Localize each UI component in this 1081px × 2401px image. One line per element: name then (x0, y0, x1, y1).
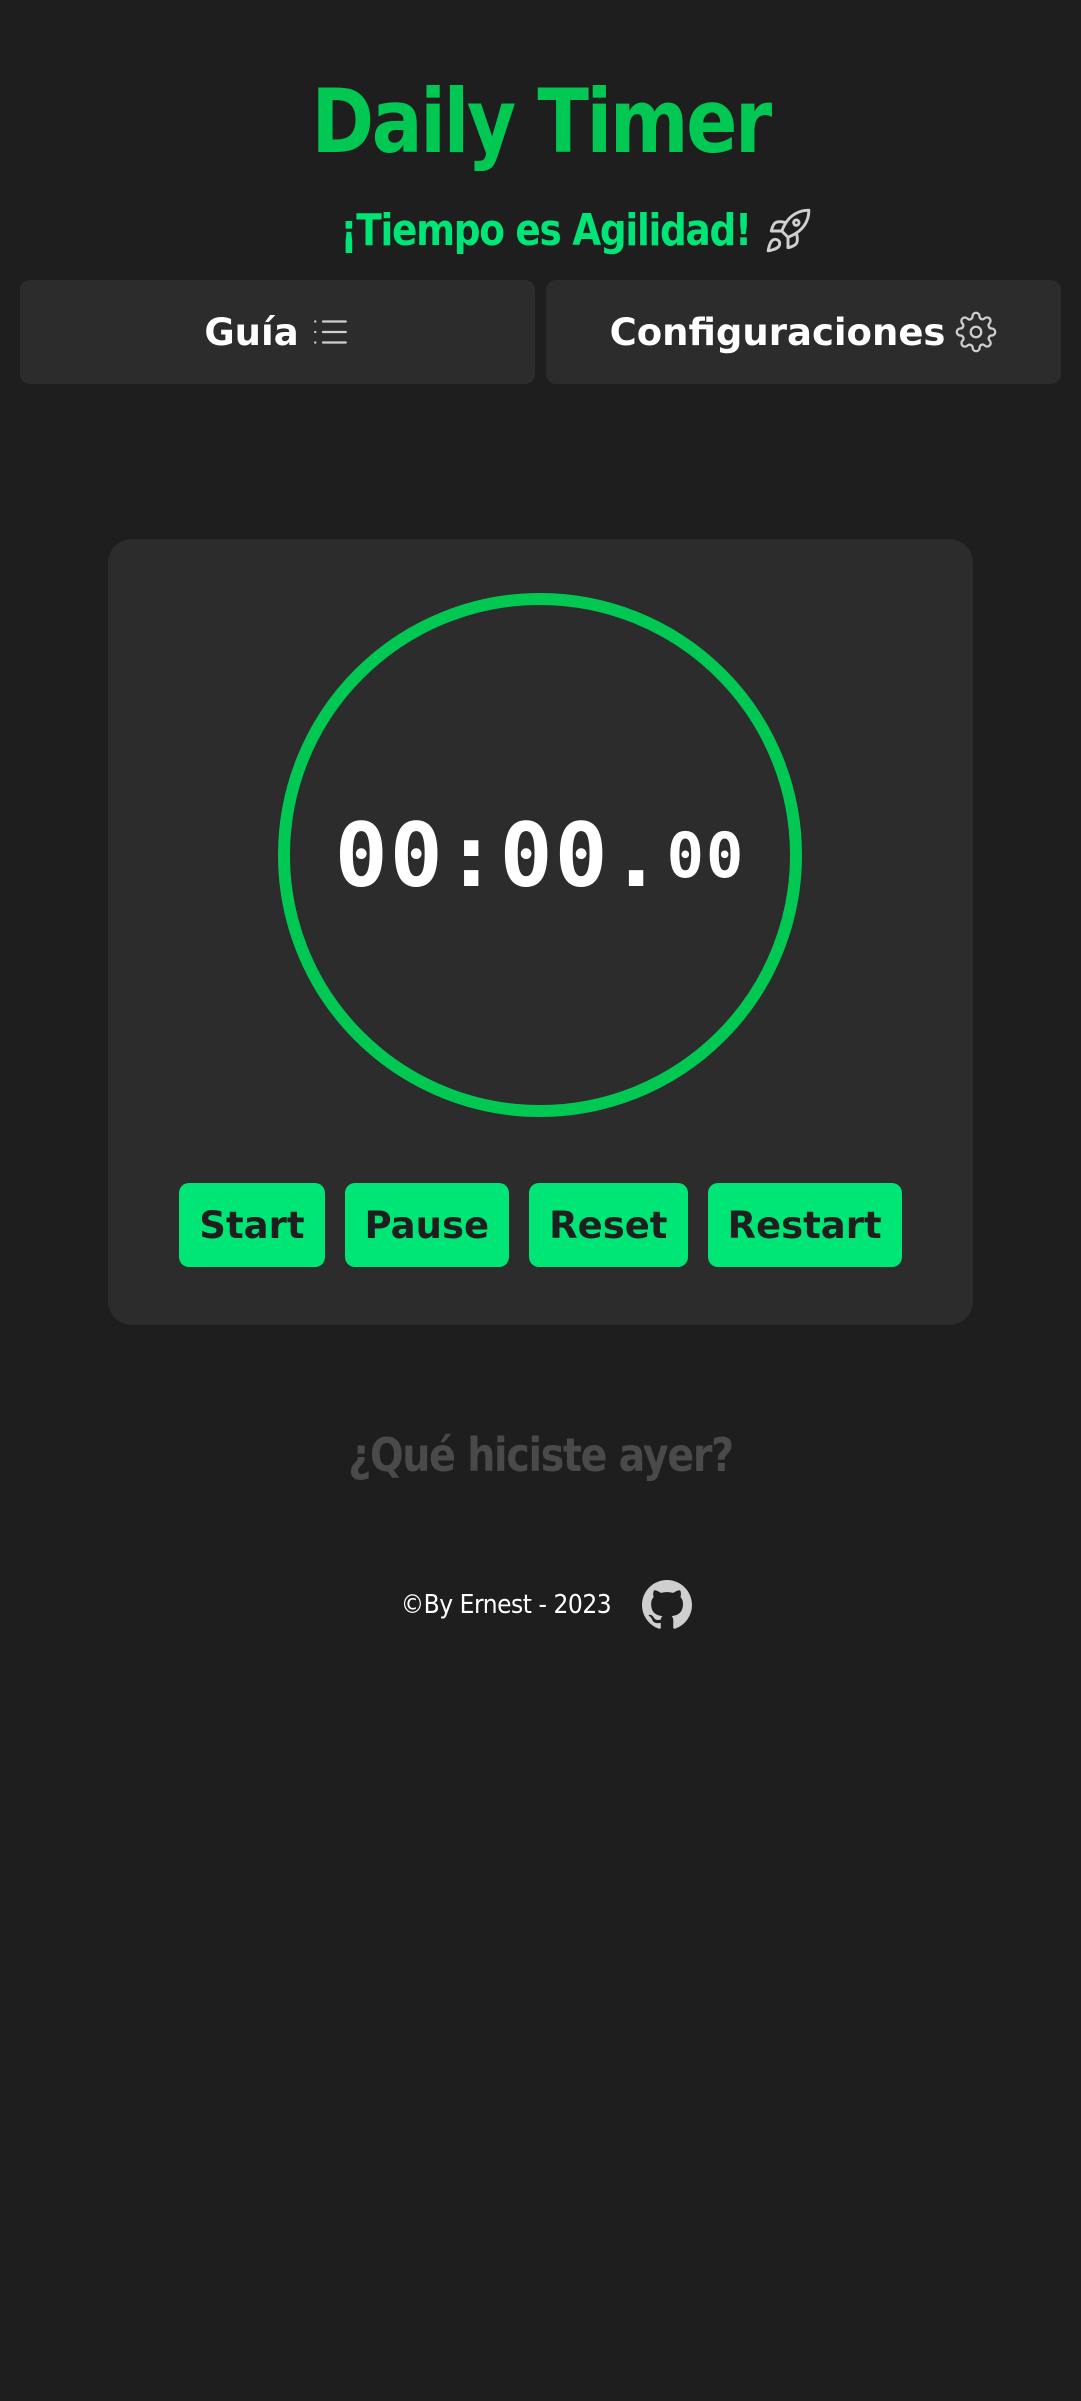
list-icon (309, 311, 351, 353)
guide-button[interactable]: Guía (20, 280, 535, 384)
pause-button[interactable]: Pause (344, 1183, 510, 1267)
timer-controls: Start Pause Reset Restart (108, 1183, 973, 1267)
page: Daily Timer ¡Tiempo es Agilidad! Guía Co… (0, 0, 1081, 2401)
standup-question: ¿Qué hiciste ayer? (0, 1420, 1081, 1490)
rocket-icon (763, 206, 813, 256)
timer-display: 00 : 00 . 00 (278, 593, 802, 1117)
subtitle-row: ¡Tiempo es Agilidad! (0, 196, 1081, 266)
reset-button[interactable]: Reset (529, 1183, 688, 1267)
gear-icon (955, 311, 997, 353)
settings-label: Configuraciones (609, 310, 946, 354)
settings-button[interactable]: Configuraciones (546, 280, 1061, 384)
restart-button[interactable]: Restart (707, 1183, 902, 1267)
time-seconds: 00 (499, 803, 610, 907)
standup-question-text: ¿Qué hiciste ayer? (348, 1428, 734, 1482)
time-dot: . (609, 803, 665, 907)
time-minutes: 00 (334, 803, 445, 907)
subtitle: ¡Tiempo es Agilidad! (340, 205, 753, 256)
timer-ring: 00 : 00 . 00 (278, 593, 802, 1117)
start-button[interactable]: Start (179, 1183, 325, 1267)
guide-label: Guía (204, 310, 299, 354)
footer: ©By Ernest - 2023 (0, 1580, 1081, 1630)
footer-text: ©By Ernest - 2023 (400, 1590, 611, 1620)
github-icon[interactable] (642, 1580, 693, 1630)
timer-card: 00 : 00 . 00 Start Pause Reset Restart (108, 539, 973, 1325)
time-colon: : (444, 803, 500, 907)
time-hundredths: 00 (666, 818, 746, 892)
app-title: Daily Timer (311, 70, 772, 173)
